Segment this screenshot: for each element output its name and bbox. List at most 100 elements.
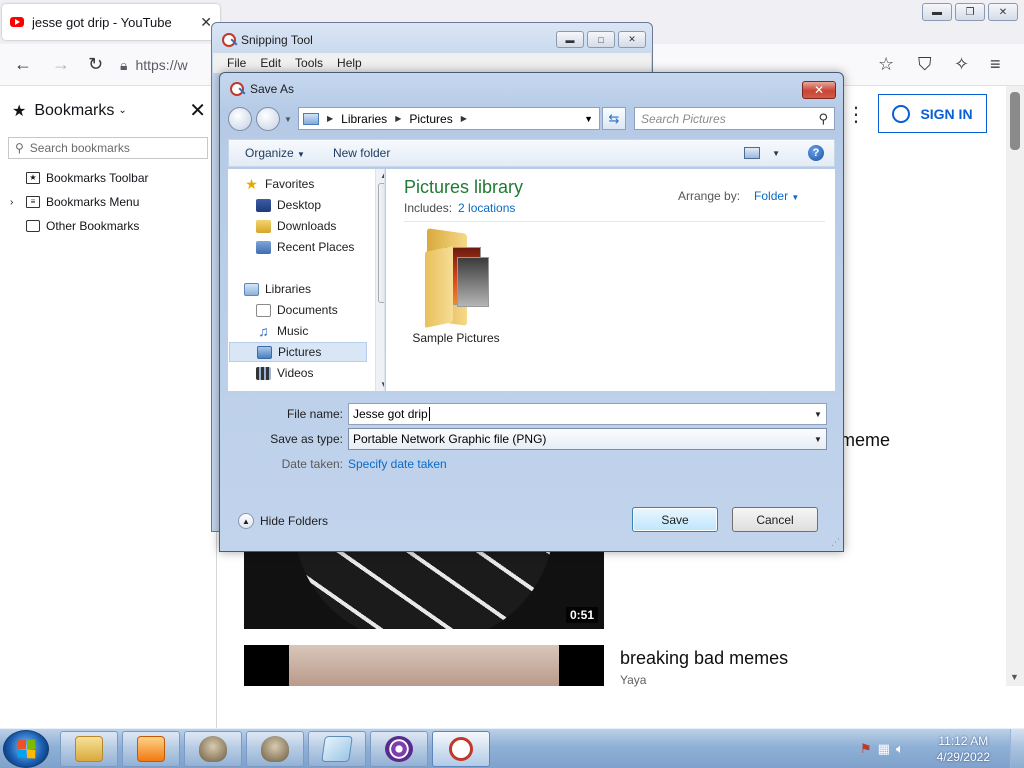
chevron-down-icon[interactable]: ▼ (772, 149, 780, 158)
refresh-button[interactable]: ⇆ (602, 107, 626, 130)
chevron-down-icon[interactable]: ▼ (810, 410, 826, 419)
forward-button[interactable] (256, 107, 280, 131)
hide-folders-button[interactable]: ▲ Hide Folders (238, 513, 328, 529)
menu-tools[interactable]: Tools (295, 56, 323, 70)
nav-libraries[interactable]: Libraries (244, 279, 384, 299)
specify-date-link[interactable]: Specify date taken (348, 457, 447, 471)
nav-recent-places[interactable]: Recent Places (256, 237, 384, 257)
sidebar-item-bookmarks-menu[interactable]: › ≡ Bookmarks Menu (10, 195, 139, 209)
search-input[interactable]: Search Pictures ⚲ (634, 107, 835, 130)
nav-downloads[interactable]: Downloads (256, 216, 384, 236)
save-type-select[interactable]: Portable Network Graphic file (PNG) ▼ (348, 428, 827, 450)
nav-music[interactable]: ♫ Music (256, 321, 384, 341)
close-window-button[interactable]: ✕ (618, 31, 646, 48)
skull-app-icon (261, 736, 289, 762)
menu-edit[interactable]: Edit (260, 56, 281, 70)
scroll-down-icon[interactable]: ▼ (380, 380, 384, 389)
bookmark-star-icon[interactable]: ☆ (878, 54, 894, 75)
breadcrumb-separator-icon[interactable]: ▶ (327, 114, 333, 123)
taskbar-snipping-tool[interactable] (432, 731, 490, 767)
reload-icon[interactable]: ↻ (88, 54, 103, 75)
taskbar-app-1[interactable] (184, 731, 242, 767)
video-title-fragment[interactable]: meme (840, 430, 890, 451)
nav-label: Libraries (265, 282, 312, 296)
address-dropdown-icon[interactable]: ▼ (584, 114, 593, 124)
chevron-right-icon[interactable]: › (10, 197, 20, 208)
nav-videos[interactable]: Videos (256, 363, 384, 383)
network-icon[interactable]: ▦ (878, 741, 890, 757)
maximize-button[interactable]: ❐ (955, 3, 985, 21)
sidebar-item-bookmarks-toolbar[interactable]: ★ Bookmarks Toolbar (26, 171, 149, 185)
close-window-button[interactable]: ✕ (988, 3, 1018, 21)
close-button[interactable]: ✕ (802, 81, 836, 99)
url-bar[interactable]: 🔒︎ https://w (120, 50, 220, 80)
taskbar-explorer[interactable] (60, 731, 118, 767)
breadcrumb-separator-icon[interactable]: ▶ (395, 114, 401, 123)
cancel-button[interactable]: Cancel (732, 507, 818, 532)
recent-locations-dropdown-icon[interactable]: ▼ (284, 115, 292, 124)
folder-item[interactable]: Sample Pictures (408, 228, 504, 345)
action-center-warning-icon[interactable]: ⚑ (860, 741, 872, 757)
save-button[interactable]: Save (632, 507, 718, 532)
chevron-down-icon[interactable]: ⌄ (118, 105, 126, 116)
search-placeholder: Search Pictures (641, 111, 726, 126)
minimize-button[interactable]: ▬ (556, 31, 584, 48)
scrollbar-thumb[interactable] (378, 183, 384, 303)
browser-tab[interactable]: jesse got drip - YouTube ✕ (2, 4, 220, 40)
more-options-icon[interactable]: ⋮ (846, 102, 866, 127)
sign-in-button[interactable]: SIGN IN (878, 94, 987, 133)
arrange-dropdown[interactable]: Folder ▼ (754, 189, 799, 203)
taskbar-app-2[interactable] (246, 731, 304, 767)
organize-button[interactable]: Organize ▼ (245, 146, 305, 160)
volume-icon[interactable]: 🔈︎ (896, 741, 904, 757)
minimize-button[interactable]: ▬ (922, 3, 952, 21)
video-thumbnail[interactable]: 0:51 (244, 542, 604, 629)
menu-help[interactable]: Help (337, 56, 362, 70)
close-icon[interactable]: ✕ (189, 98, 206, 123)
maximize-button[interactable]: □ (587, 31, 615, 48)
locations-link[interactable]: 2 locations (458, 201, 515, 215)
help-icon[interactable]: ? (808, 145, 824, 161)
forward-arrow-icon[interactable]: → (52, 54, 70, 75)
chevron-down-icon[interactable]: ▼ (810, 435, 826, 444)
sidebar-title[interactable]: Bookmarks (34, 102, 114, 120)
scroll-down-icon[interactable]: ▼ (1010, 672, 1019, 682)
video-channel[interactable]: Yaya (620, 673, 646, 687)
breadcrumb-pictures[interactable]: Pictures (409, 112, 452, 126)
change-view-button[interactable]: ▼ (744, 147, 780, 159)
nav-pane-scrollbar[interactable]: ▲ ▼ (375, 169, 384, 391)
menu-icon[interactable]: ≡ (990, 54, 1001, 75)
taskbar-notepad[interactable] (308, 731, 366, 767)
breadcrumb-libraries[interactable]: Libraries (341, 112, 387, 126)
taskbar-tor-browser[interactable] (370, 731, 428, 767)
scroll-up-icon[interactable]: ▲ (380, 171, 384, 180)
file-name-field[interactable]: Jesse got drip ▼ (348, 403, 827, 425)
nav-desktop[interactable]: Desktop (256, 195, 384, 215)
new-folder-button[interactable]: New folder (333, 146, 390, 160)
bookmarks-search-input[interactable]: ⚲ Search bookmarks (8, 137, 208, 159)
show-desktop-button[interactable] (1010, 729, 1024, 768)
resize-grip-icon[interactable]: ⋰ (831, 537, 840, 548)
start-button[interactable] (3, 730, 49, 768)
clock[interactable]: 11:12 AM 4/29/2022 (937, 733, 990, 765)
nav-favorites[interactable]: ★ Favorites (244, 174, 384, 194)
command-bar: Organize ▼ New folder ▼ ? (228, 139, 835, 167)
back-arrow-icon[interactable]: ← (14, 54, 32, 75)
youtube-favicon-icon (10, 17, 24, 27)
clock-time: 11:12 AM (938, 734, 989, 748)
back-button[interactable] (228, 107, 252, 131)
nav-pictures[interactable]: Pictures (229, 342, 367, 362)
sidebar-item-other-bookmarks[interactable]: Other Bookmarks (26, 219, 139, 233)
video-thumbnail[interactable] (244, 645, 604, 686)
extensions-icon[interactable]: ✧ (954, 54, 969, 75)
shield-icon[interactable]: ⛉ (918, 54, 932, 75)
address-bar[interactable]: ▶ Libraries ▶ Pictures ▶ ▼ (298, 107, 600, 130)
search-icon[interactable]: ⚲ (818, 111, 828, 127)
scrollbar-thumb[interactable] (1010, 92, 1020, 150)
nav-documents[interactable]: Documents (256, 300, 384, 320)
video-title[interactable]: breaking bad memes (620, 648, 788, 669)
page-scrollbar[interactable]: ▼ (1006, 86, 1024, 686)
taskbar-media-player[interactable] (122, 731, 180, 767)
menu-file[interactable]: File (227, 56, 246, 70)
breadcrumb-separator-icon[interactable]: ▶ (461, 114, 467, 123)
